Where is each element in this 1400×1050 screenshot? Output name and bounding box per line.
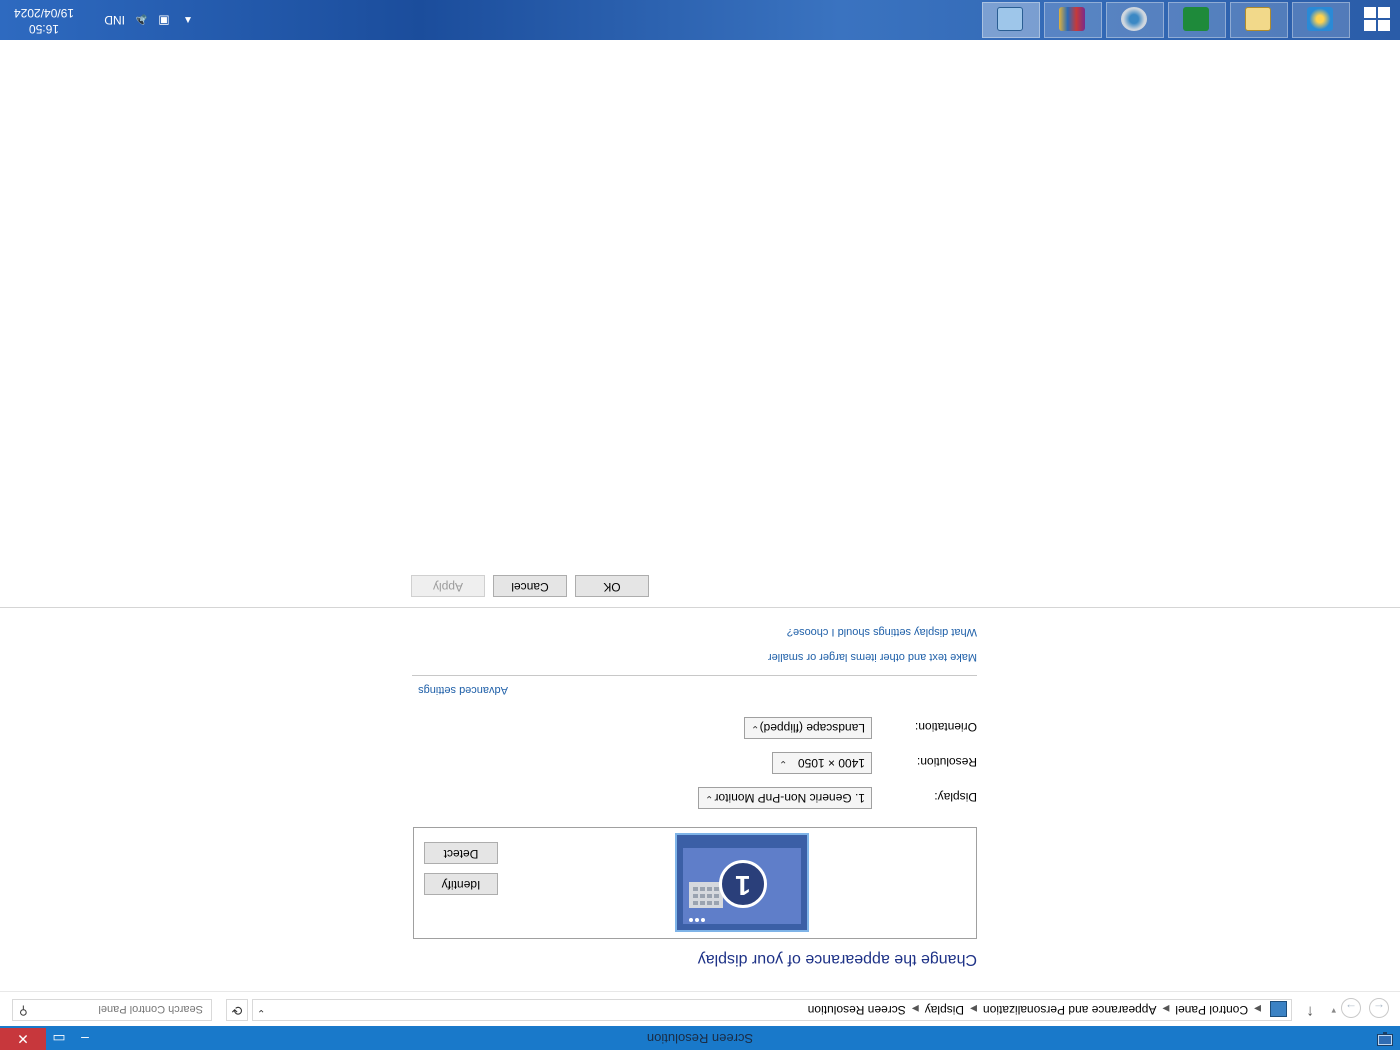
show-hidden-icons-icon[interactable]: ▴ [180, 14, 196, 28]
control-panel-icon [1270, 1001, 1287, 1017]
folder-icon [1245, 7, 1271, 31]
disk-icon [1121, 7, 1147, 31]
close-button[interactable]: ✕ [0, 1028, 46, 1050]
monitor-number-badge: 1 [719, 860, 767, 908]
spreadsheet-icon [1183, 7, 1209, 31]
resolution-label: Resolution: [916, 755, 977, 769]
arrow-up-icon: ↑ [1306, 1003, 1314, 1020]
refresh-icon: ⟳ [231, 1003, 243, 1018]
screen: Screen Resolution – ▭ ✕ ← → ▾ ↑ ▶ Control… [0, 0, 1400, 1050]
orientation-select[interactable]: Landscape (flipped) ⌄ [744, 717, 872, 739]
network-icon[interactable]: ▣ [156, 14, 172, 28]
address-dropdown-icon[interactable]: ⌄ [257, 1007, 265, 1018]
control-panel-icon [997, 7, 1023, 31]
breadcrumb-screen-resolution[interactable]: Screen Resolution [808, 1003, 906, 1017]
chevron-right-icon: ▶ [970, 1004, 977, 1014]
minimize-button[interactable]: – [72, 1028, 98, 1050]
orientation-label: Orientation: [914, 720, 977, 734]
footer-divider [0, 607, 1400, 608]
volume-muted-icon[interactable]: 🔈 [132, 14, 148, 28]
taskbar: ▴ ▣ 🔈 IND 16:50 19/04/2024 [0, 0, 1400, 40]
resolution-select[interactable]: 1400 × 1050 ⌄ [772, 752, 872, 774]
display-help-link[interactable]: What display settings should I choose? [787, 626, 977, 638]
monitor-preview-panel: 1 Detect Identify [413, 827, 977, 939]
internet-explorer-icon [1307, 7, 1333, 31]
search-input[interactable] [41, 1000, 205, 1018]
window-title: Screen Resolution [646, 1031, 754, 1046]
breadcrumb-display[interactable]: Display [925, 1003, 964, 1017]
display-select[interactable]: 1. Generic Non-PnP Monitor ⌄ [698, 787, 872, 809]
monitor-1-thumbnail[interactable]: 1 [675, 833, 809, 932]
breadcrumb-control-panel[interactable]: Control Panel [1175, 1003, 1248, 1017]
system-clock[interactable]: 16:50 19/04/2024 [8, 5, 80, 37]
maximize-button[interactable]: ▭ [46, 1028, 72, 1050]
detect-button[interactable]: Detect [424, 842, 498, 864]
search-box[interactable]: ⚲ [12, 999, 212, 1021]
start-button[interactable] [1364, 7, 1390, 31]
chevron-down-icon: ⌄ [705, 793, 714, 804]
clock-date: 19/04/2024 [13, 6, 75, 20]
search-icon[interactable]: ⚲ [19, 1004, 28, 1018]
address-bar: ← → ▾ ↑ ▶ Control Panel ▶ Appearance and Pe… [0, 991, 1400, 1026]
input-language[interactable]: IND [104, 13, 125, 27]
identify-button[interactable]: Identify [424, 873, 498, 895]
arrow-left-icon: ← [1373, 1001, 1385, 1015]
breadcrumb-appearance[interactable]: Appearance and Personalization [983, 1003, 1156, 1017]
taskbar-app-disk-utility[interactable] [1106, 2, 1164, 38]
back-button[interactable]: ← [1369, 998, 1389, 1018]
breadcrumb-trail: ▶ Control Panel ▶ Appearance and Personaliz… [808, 1003, 1267, 1017]
text-size-link[interactable]: Make text and other items larger or smal… [768, 651, 977, 663]
taskbar-app-winrar[interactable] [1044, 2, 1102, 38]
taskbar-app-spreadsheet[interactable] [1168, 2, 1226, 38]
taskbar-app-file-explorer[interactable] [1230, 2, 1288, 38]
display-select-value: 1. Generic Non-PnP Monitor [714, 791, 865, 805]
orientation-select-value: Landscape (flipped) [759, 721, 865, 735]
clock-time: 16:50 [28, 22, 60, 36]
forward-button[interactable]: → [1341, 998, 1361, 1018]
window-titlebar[interactable]: Screen Resolution – ▭ ✕ [0, 1026, 1400, 1050]
recent-locations-button[interactable]: ▾ [1331, 1005, 1336, 1016]
chevron-down-icon: ▾ [1331, 1006, 1336, 1016]
page-title: Change the appearance of your display [697, 951, 977, 968]
taskbar-app-internet-explorer[interactable] [1292, 2, 1350, 38]
winrar-icon [1059, 7, 1085, 31]
up-button[interactable]: ↑ [1306, 1002, 1314, 1020]
breadcrumb[interactable]: ▶ Control Panel ▶ Appearance and Personaliz… [252, 999, 1292, 1021]
refresh-button[interactable]: ⟳ [226, 999, 248, 1021]
chevron-down-icon: ⌄ [751, 723, 760, 734]
advanced-settings-link[interactable]: Advanced settings [418, 684, 508, 696]
apply-button[interactable]: Apply [411, 575, 485, 597]
display-label: Display: [934, 790, 977, 804]
chevron-right-icon: ▶ [911, 1004, 919, 1014]
chevron-right-icon: ▶ [1162, 1004, 1170, 1014]
cancel-button[interactable]: Cancel [493, 575, 567, 597]
taskbar-app-control-panel[interactable] [982, 2, 1040, 38]
resolution-select-value: 1400 × 1050 [797, 756, 865, 770]
chevron-right-icon: ▶ [1254, 1004, 1261, 1014]
chevron-down-icon: ⌄ [779, 758, 788, 769]
ok-button[interactable]: OK [575, 575, 649, 597]
arrow-right-icon: → [1345, 1001, 1357, 1015]
section-divider [412, 675, 977, 676]
